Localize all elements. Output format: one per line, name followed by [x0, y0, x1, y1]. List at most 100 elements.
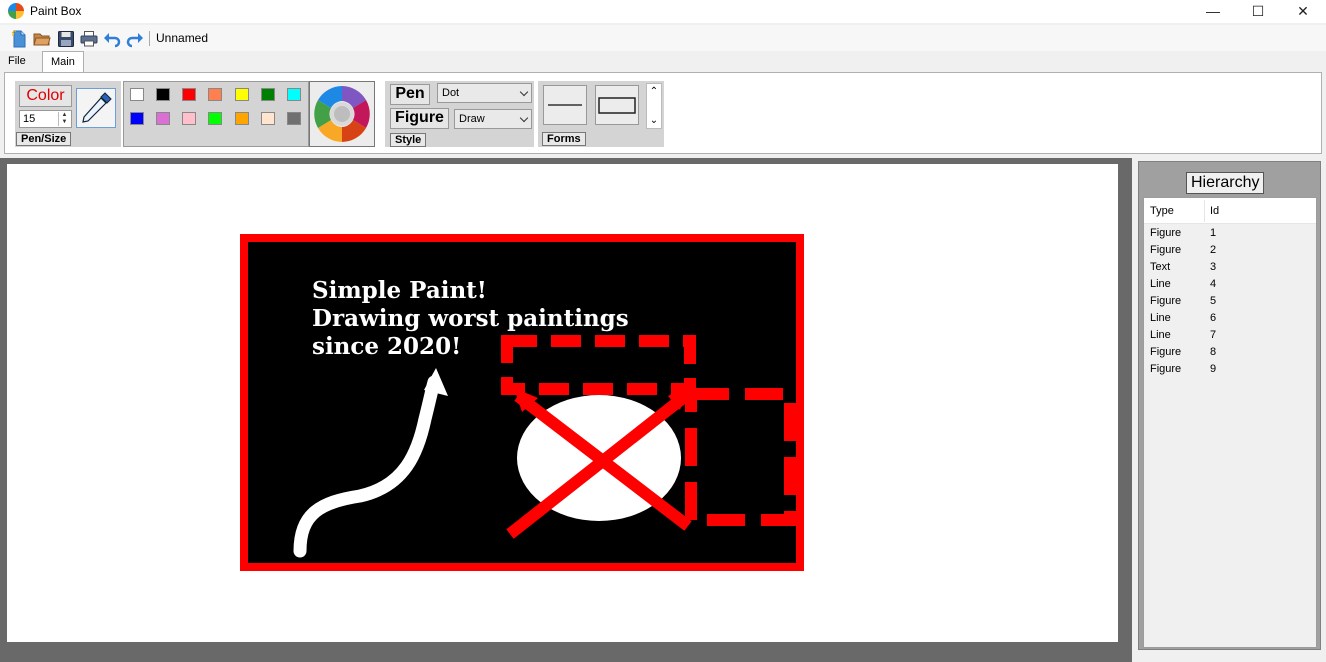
quick-access-toolbar: Unnamed: [0, 25, 1326, 51]
list-item[interactable]: Figure 8: [1144, 344, 1316, 361]
list-item[interactable]: Line 7: [1144, 327, 1316, 344]
list-item[interactable]: Line 6: [1144, 310, 1316, 327]
pen-size-group: Color 15 ▲ ▼ Pen/Size: [15, 81, 121, 147]
painting[interactable]: Simple Paint! Drawing worst paintings si…: [240, 234, 804, 571]
swatch-coral[interactable]: [208, 88, 222, 101]
chevron-up-icon[interactable]: ⌃: [647, 86, 661, 97]
column-header-id[interactable]: Id: [1210, 205, 1219, 217]
line-form-button[interactable]: [543, 85, 587, 125]
eyedropper-icon: [82, 92, 112, 123]
swatch-pink[interactable]: [182, 112, 196, 125]
item-type: Line: [1150, 329, 1171, 341]
pen-size-stepper[interactable]: 15 ▲ ▼: [19, 110, 72, 128]
rectangle-form-button[interactable]: [595, 85, 639, 125]
swatch-cyan[interactable]: [287, 88, 301, 101]
swatch-gray[interactable]: [287, 112, 301, 125]
hierarchy-panel: Hierarchy Type Id Figure 1 Figure 2 Text…: [1138, 161, 1321, 650]
item-id: 4: [1210, 278, 1217, 290]
item-id: 8: [1210, 346, 1217, 358]
item-id: 6: [1210, 312, 1217, 324]
item-id: 2: [1210, 244, 1217, 256]
line-form-icon: [548, 104, 582, 106]
stepper-down-icon[interactable]: ▼: [58, 119, 70, 126]
pen-style-value: Dot: [442, 87, 460, 99]
style-group: Pen Dot Figure Draw Style: [385, 81, 534, 147]
forms-scrollbar[interactable]: ⌃ ⌄: [646, 83, 662, 129]
figure-style-select[interactable]: Draw: [454, 109, 532, 129]
drawing-canvas[interactable]: Simple Paint! Drawing worst paintings si…: [7, 164, 1118, 642]
list-item[interactable]: Line 4: [1144, 276, 1316, 293]
canvas-text-line[interactable]: Simple Paint!: [312, 277, 487, 304]
hierarchy-list[interactable]: Type Id Figure 1 Figure 2 Text 3 Line 4 …: [1143, 197, 1317, 648]
undo-icon[interactable]: [103, 30, 121, 48]
figure-style-value: Draw: [459, 113, 485, 125]
list-item[interactable]: Figure 5: [1144, 293, 1316, 310]
list-item[interactable]: Figure 9: [1144, 361, 1316, 378]
canvas-text-line[interactable]: Drawing worst paintings: [312, 305, 629, 332]
item-id: 1: [1210, 227, 1217, 239]
color-wheel-button[interactable]: [309, 81, 375, 147]
forms-group: ⌃ ⌄ Forms: [538, 81, 664, 147]
pen-size-group-label: Pen/Size: [16, 132, 72, 146]
item-type: Figure: [1150, 244, 1182, 256]
hierarchy-title: Hierarchy: [1186, 172, 1265, 194]
swatch-lime[interactable]: [208, 112, 222, 125]
minimize-button[interactable]: —: [1190, 0, 1236, 23]
color-button[interactable]: Color: [19, 85, 72, 107]
item-type: Figure: [1150, 346, 1182, 358]
pen-size-value: 15: [23, 113, 36, 125]
swatch-yellow[interactable]: [235, 88, 249, 101]
stepper-up-icon[interactable]: ▲: [58, 112, 70, 119]
redo-icon[interactable]: [126, 30, 144, 48]
item-type: Figure: [1150, 227, 1182, 239]
canvas-text-line[interactable]: since 2020!: [312, 333, 461, 360]
new-file-icon[interactable]: [10, 30, 28, 48]
ribbon-panel: Color 15 ▲ ▼ Pen/Size Pen Dot Figure Dra…: [4, 72, 1322, 154]
open-folder-icon[interactable]: [33, 30, 51, 48]
pen-style-select[interactable]: Dot: [437, 83, 532, 103]
window-title: Paint Box: [30, 4, 82, 18]
swatch-blue[interactable]: [130, 112, 144, 125]
save-icon[interactable]: [57, 30, 75, 48]
list-item[interactable]: Text 3: [1144, 259, 1316, 276]
swatch-red[interactable]: [182, 88, 196, 101]
ribbon-tabs: File Main: [0, 51, 1326, 72]
maximize-button[interactable]: ☐: [1235, 0, 1281, 23]
forms-group-label: Forms: [542, 132, 586, 146]
list-header: Type Id: [1144, 198, 1316, 224]
column-divider[interactable]: [1204, 200, 1205, 222]
item-id: 3: [1210, 261, 1217, 273]
rectangle-form-icon: [598, 97, 636, 114]
style-group-label: Style: [390, 133, 427, 147]
chevron-down-icon[interactable]: ⌄: [647, 115, 661, 126]
chevron-down-icon: [519, 87, 529, 97]
tab-main[interactable]: Main: [42, 51, 84, 72]
list-item[interactable]: Figure 1: [1144, 225, 1316, 242]
item-type: Text: [1150, 261, 1171, 273]
item-type: Figure: [1150, 363, 1182, 375]
color-palette: [123, 81, 309, 147]
app-logo-icon: [8, 3, 24, 19]
list-item[interactable]: Figure 2: [1144, 242, 1316, 259]
color-wheel-icon: [314, 86, 370, 142]
print-icon[interactable]: [80, 30, 98, 48]
close-button[interactable]: ✕: [1280, 0, 1326, 23]
swatch-green[interactable]: [261, 88, 275, 101]
title-bar: Paint Box — ☐ ✕: [0, 0, 1326, 23]
swatch-bisque[interactable]: [261, 112, 275, 125]
item-id: 9: [1210, 363, 1217, 375]
toolbar-separator: [149, 31, 150, 46]
swatch-orchid[interactable]: [156, 112, 170, 125]
document-name: Unnamed: [156, 31, 209, 45]
canvas-area: Simple Paint! Drawing worst paintings si…: [0, 158, 1132, 662]
item-type: Line: [1150, 312, 1171, 324]
swatch-black[interactable]: [156, 88, 170, 101]
chevron-down-icon: [519, 113, 529, 123]
column-header-type[interactable]: Type: [1150, 205, 1174, 217]
color-picker-button[interactable]: [76, 88, 116, 128]
tab-file[interactable]: File: [1, 53, 33, 71]
swatch-orange[interactable]: [235, 112, 249, 125]
swatch-white[interactable]: [130, 88, 144, 101]
figure-button[interactable]: Figure: [390, 108, 449, 129]
pen-button[interactable]: Pen: [390, 84, 430, 105]
